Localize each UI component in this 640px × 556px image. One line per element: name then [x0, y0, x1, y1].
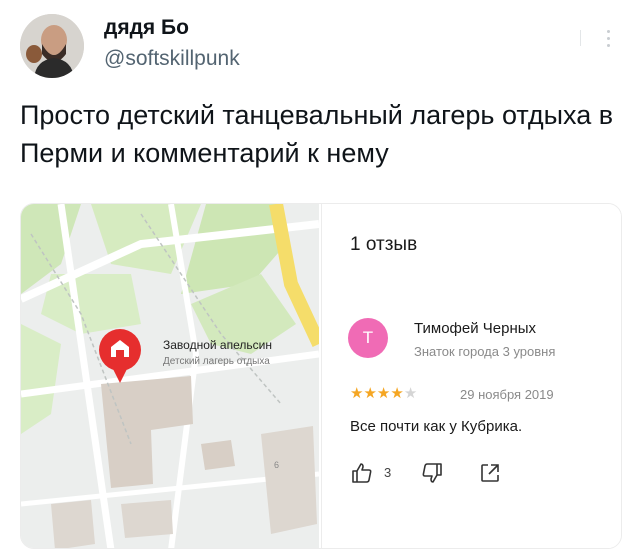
share-icon[interactable] [478, 461, 502, 485]
review-date: 29 ноября 2019 [460, 387, 554, 402]
reviewer-level: Знаток города 3 уровня [414, 344, 556, 359]
map-pin-icon[interactable] [95, 327, 145, 387]
review-text: Все почти как у Кубрика. [350, 418, 523, 435]
attached-screenshot[interactable]: Заводной апельсин Детский лагерь отдыха … [20, 203, 622, 549]
star-rating: ★★★★★ [350, 384, 417, 402]
star-empty-icon: ★ [403, 385, 418, 402]
dislike-icon[interactable] [420, 461, 444, 485]
reviewer-name[interactable]: Тимофей Черных [414, 320, 536, 337]
like-icon[interactable] [350, 461, 374, 485]
avatar-image [20, 14, 84, 78]
reviewer-avatar[interactable]: Т [348, 318, 388, 358]
star-filled-icon: ★ [376, 385, 391, 402]
star-filled-icon: ★ [363, 385, 377, 402]
tweet-text: Просто детский танцевальный лагерь отдых… [20, 100, 614, 168]
place-type: Детский лагерь отдыха [163, 356, 270, 367]
place-name[interactable]: Заводной апельсин [163, 338, 272, 352]
avatar[interactable] [20, 14, 84, 78]
review-actions: 3 [350, 459, 520, 487]
tweet-header: дядя Бо @softskillpunk [0, 0, 640, 90]
map-background [21, 204, 319, 548]
building-number: 6 [274, 460, 280, 470]
review-count[interactable]: 1 отзыв [350, 234, 417, 256]
star-filled-icon: ★ [390, 385, 404, 402]
map[interactable]: Заводной апельсин Детский лагерь отдыха … [21, 204, 319, 548]
display-name[interactable]: дядя Бо [104, 16, 189, 40]
divider [580, 30, 581, 46]
star-filled-icon: ★ [350, 385, 364, 402]
user-handle[interactable]: @softskillpunk [104, 47, 240, 71]
more-icon[interactable] [596, 26, 620, 56]
like-count: 3 [384, 465, 392, 480]
reviews-panel: 1 отзыв Т Тимофей Черных Знаток города 3… [321, 204, 621, 548]
